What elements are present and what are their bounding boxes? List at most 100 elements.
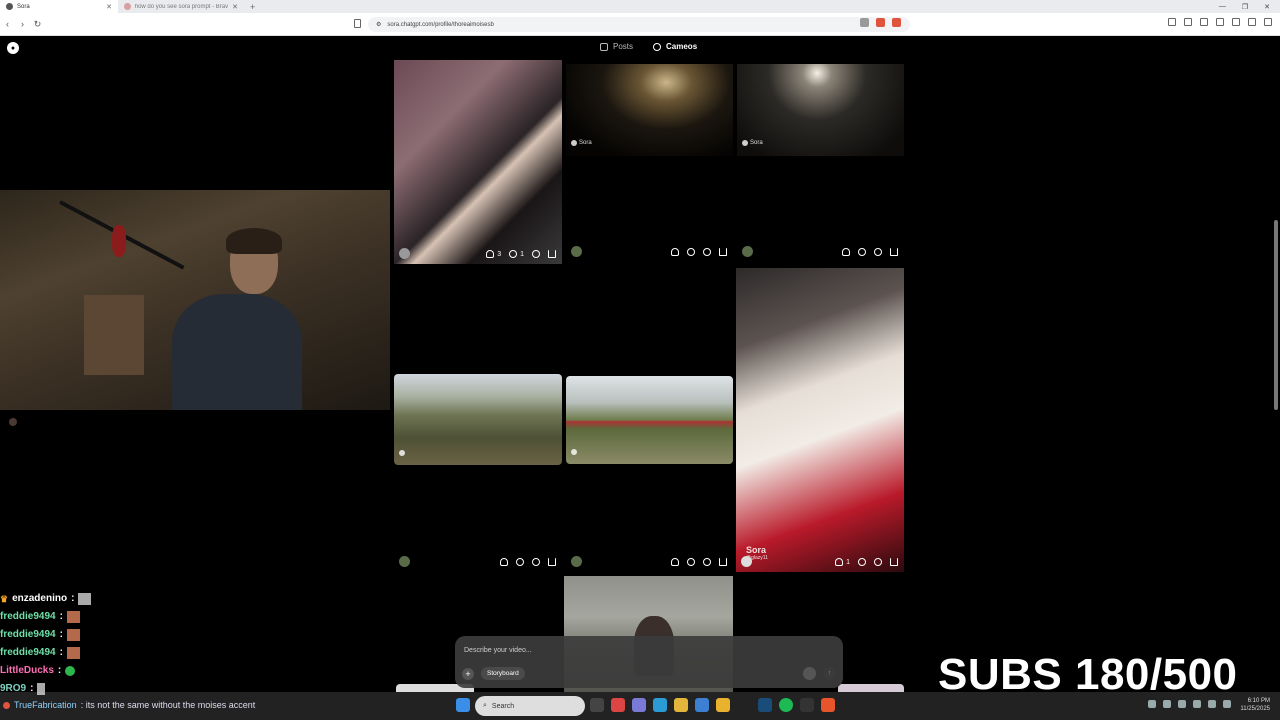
tab-posts[interactable]: Posts	[600, 42, 633, 51]
comment-icon[interactable]	[687, 558, 695, 566]
remix-icon[interactable]	[703, 558, 711, 566]
sora-watermark	[571, 449, 577, 455]
like-icon[interactable]	[500, 558, 508, 566]
url-field[interactable]: ⚙ sora.chatgpt.com/profile/thoreaimoises…	[368, 17, 910, 32]
video-card[interactable]: Sora @glazy11 1	[736, 268, 904, 572]
clock[interactable]: 6:10 PM 11/25/2025	[1240, 697, 1270, 713]
send-button[interactable]: ↑	[823, 667, 836, 680]
reload-icon[interactable]: ↻	[30, 19, 45, 30]
taskbar-search[interactable]: ⌕ Search	[475, 696, 585, 716]
remix-icon[interactable]	[532, 558, 540, 566]
brave-shields-icon[interactable]	[876, 18, 885, 27]
video-card[interactable]: Sora	[566, 64, 733, 262]
like-icon[interactable]	[835, 558, 844, 566]
comment-icon[interactable]	[687, 248, 695, 256]
task-view-icon[interactable]	[590, 698, 604, 712]
copilot-icon[interactable]	[632, 698, 646, 712]
sora-logo-icon[interactable]: ●	[7, 42, 19, 54]
minimize-icon[interactable]: —	[1219, 3, 1226, 11]
chrome-icon[interactable]	[716, 698, 730, 712]
remix-icon[interactable]	[532, 250, 540, 258]
comment-count: 1	[520, 250, 524, 258]
sora-watermark: Sora	[742, 140, 763, 146]
video-card-partial[interactable]	[838, 684, 904, 692]
comment-icon[interactable]	[858, 248, 866, 256]
browser-tab-bar: Sora ✕ how do you see sora prompt - Brav…	[0, 0, 1280, 13]
clock-date: 11/25/2025	[1240, 706, 1270, 712]
forward-icon[interactable]: ›	[15, 19, 30, 29]
prompt-input[interactable]: Describe your video...	[464, 647, 532, 654]
steam-icon[interactable]	[758, 698, 772, 712]
obs-icon[interactable]	[737, 698, 751, 712]
reader-icon[interactable]	[1168, 18, 1176, 26]
share-icon[interactable]	[719, 558, 727, 566]
edge-icon[interactable]	[653, 698, 667, 712]
tab-search[interactable]: how do you see sora prompt - Brave ✕	[118, 0, 244, 13]
tray-chevron-icon[interactable]	[1148, 700, 1156, 708]
video-card[interactable]	[566, 376, 733, 572]
tab-posts-label: Posts	[613, 42, 634, 51]
tab-cameos[interactable]: Cameos	[653, 42, 697, 51]
brave-icon[interactable]	[821, 698, 835, 712]
mail-icon[interactable]	[695, 698, 709, 712]
terminal-icon[interactable]	[800, 698, 814, 712]
comment-icon[interactable]	[509, 250, 518, 258]
taskbar-search-label: Search	[491, 702, 515, 710]
battery-icon[interactable]	[1193, 700, 1201, 708]
like-icon[interactable]	[671, 248, 679, 256]
share-icon[interactable]	[719, 248, 727, 256]
widgets-icon[interactable]	[611, 698, 625, 712]
add-button[interactable]: +	[462, 668, 474, 680]
speaker-icon[interactable]	[1223, 700, 1231, 708]
volume-icon[interactable]	[1178, 700, 1186, 708]
share-icon[interactable]	[548, 558, 556, 566]
like-icon[interactable]	[842, 248, 850, 256]
site-info-icon[interactable]: ⚙	[376, 21, 381, 28]
tab-sora[interactable]: Sora ✕	[0, 0, 118, 13]
sora-watermark: Sora	[571, 140, 592, 146]
new-tab-button[interactable]: +	[244, 2, 261, 12]
like-icon[interactable]	[486, 250, 495, 258]
wifi-icon[interactable]	[1208, 700, 1216, 708]
emote-icon	[65, 666, 76, 676]
subs-counter: SUBS 180/500	[938, 650, 1238, 699]
media-icon[interactable]	[1184, 18, 1192, 26]
close-tab-icon[interactable]: ✕	[232, 3, 238, 11]
start-icon[interactable]	[456, 698, 470, 712]
ticker-username: TrueFabrication	[14, 700, 77, 710]
remix-icon[interactable]	[874, 248, 882, 256]
spotify-icon[interactable]	[779, 698, 793, 712]
storyboard-button[interactable]: Storyboard	[481, 667, 525, 680]
share-icon[interactable]	[548, 250, 556, 258]
menu-icon[interactable]	[1264, 18, 1272, 26]
brave-rewards-icon[interactable]	[892, 18, 901, 27]
vpn-icon[interactable]	[1248, 18, 1256, 26]
back-icon[interactable]: ‹	[0, 19, 15, 29]
share-icon[interactable]	[860, 18, 869, 27]
remix-icon[interactable]	[703, 248, 711, 256]
video-card[interactable]	[394, 374, 562, 572]
share-icon[interactable]	[890, 248, 898, 256]
close-window-icon[interactable]: ✕	[1264, 3, 1270, 11]
video-thumbnail	[394, 60, 562, 264]
leo-icon[interactable]	[1232, 18, 1240, 26]
close-tab-icon[interactable]: ✕	[106, 3, 112, 11]
settings-icon[interactable]	[803, 667, 816, 680]
bookmark-icon[interactable]	[354, 19, 361, 28]
remix-icon[interactable]	[874, 558, 882, 566]
like-icon[interactable]	[671, 558, 679, 566]
comment-icon[interactable]	[858, 558, 866, 566]
video-card[interactable]: 3 1	[394, 60, 562, 264]
network-icon[interactable]	[1163, 700, 1171, 708]
extensions-icon[interactable]	[1216, 18, 1224, 26]
maximize-icon[interactable]: ❐	[1242, 3, 1248, 11]
comment-icon[interactable]	[516, 558, 524, 566]
share-icon[interactable]	[890, 558, 898, 566]
scrollbar[interactable]	[1274, 220, 1278, 410]
system-tray	[1148, 700, 1231, 708]
card-actions	[566, 242, 733, 262]
chat-message: freddie9494 :	[0, 608, 91, 626]
video-card[interactable]: Sora	[737, 64, 904, 262]
explorer-icon[interactable]	[674, 698, 688, 712]
sidebar-icon[interactable]	[1200, 18, 1208, 26]
